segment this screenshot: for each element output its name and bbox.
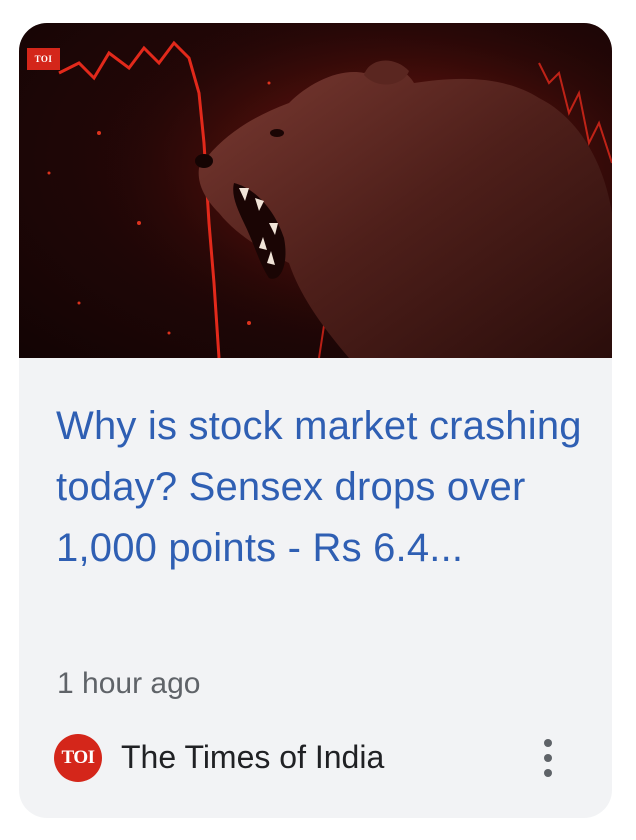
toi-watermark: TOI — [27, 48, 60, 70]
more-vert-icon — [544, 739, 552, 747]
article-headline[interactable]: Why is stock market crashing today? Sens… — [56, 396, 586, 579]
more-options-button[interactable] — [532, 733, 564, 783]
more-vert-icon-dot — [544, 754, 552, 762]
source-name[interactable]: The Times of India — [121, 735, 384, 779]
more-vert-icon-dot — [544, 769, 552, 777]
article-thumbnail[interactable]: TOI — [19, 23, 612, 358]
article-timestamp: 1 hour ago — [57, 667, 201, 700]
source-logo-icon: TOI — [54, 734, 102, 782]
news-card[interactable]: TOI Why is stock market crashing today? … — [19, 23, 612, 818]
bear-market-image — [19, 23, 612, 358]
